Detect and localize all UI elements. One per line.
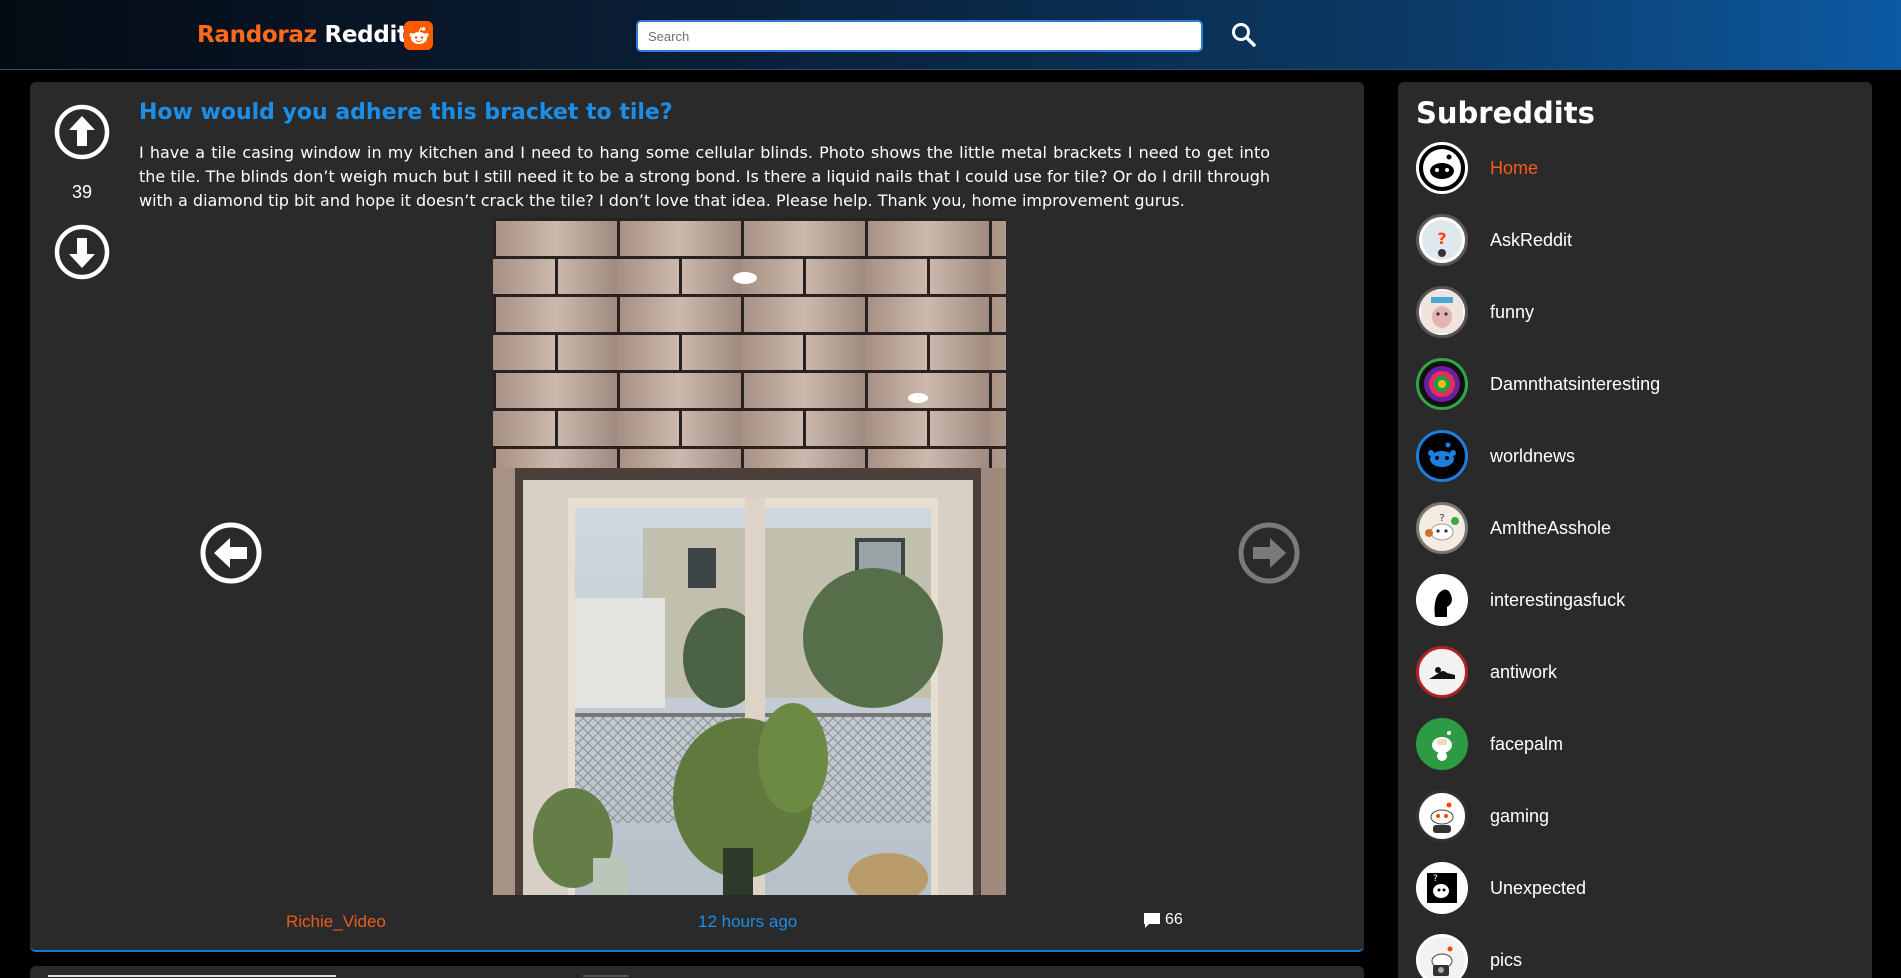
unexpected-icon: ?: [1416, 862, 1468, 914]
askreddit-icon: ?: [1416, 214, 1468, 266]
top-header: Randoraz Reddit: [0, 0, 1901, 70]
sidebar-item-interestingasfuck[interactable]: interestingasfuck: [1416, 574, 1846, 626]
post-timestamp[interactable]: 12 hours ago: [698, 912, 797, 932]
svg-text:?: ?: [1439, 513, 1444, 524]
pics-icon: [1416, 934, 1468, 978]
post-author-link[interactable]: Richie_Video: [286, 912, 386, 932]
sidebar-item-funny[interactable]: funny: [1416, 286, 1846, 338]
sidebar-item-label: funny: [1490, 301, 1535, 322]
comments-button[interactable]: 66: [1143, 911, 1183, 929]
sidebar-item-label: facepalm: [1490, 733, 1564, 754]
upvote-icon[interactable]: [54, 104, 110, 164]
post-title[interactable]: How would you adhere this bracket to til…: [139, 100, 673, 125]
brand-name-part2: Reddit: [324, 22, 408, 48]
sidebar-item-askreddit[interactable]: ? AskReddit: [1416, 214, 1846, 266]
next-post-divider-secondary: [583, 975, 629, 977]
search-icon[interactable]: [1230, 21, 1258, 49]
damnthatsinteresting-icon: [1416, 358, 1468, 410]
next-post-divider: [48, 975, 336, 977]
sidebar-item-label: antiwork: [1490, 661, 1558, 682]
interestingasfuck-icon: [1416, 574, 1468, 626]
sidebar-item-unexpected[interactable]: ? Unexpected: [1416, 862, 1846, 914]
post-body-text: I have a tile casing window in my kitche…: [139, 143, 1270, 210]
sidebar-item-label: Damnthatsinteresting: [1490, 373, 1661, 394]
sidebar-item-antiwork[interactable]: antiwork: [1416, 646, 1846, 698]
sidebar-item-amitheasshole[interactable]: ? AmItheAsshole: [1416, 502, 1846, 554]
next-image-icon[interactable]: [1238, 522, 1300, 588]
downvote-icon[interactable]: [54, 224, 110, 284]
vote-score: 39: [71, 182, 93, 202]
brand-name-part1: Randoraz: [197, 22, 317, 48]
svg-text:?: ?: [1437, 229, 1446, 248]
sidebar-item-worldnews[interactable]: worldnews: [1416, 430, 1846, 482]
next-post-card: [30, 966, 1364, 978]
sidebar-item-home[interactable]: Home: [1416, 142, 1846, 194]
sidebar-item-pics[interactable]: pics: [1416, 934, 1846, 978]
sidebar-title: Subreddits: [1416, 96, 1595, 130]
subreddits-sidebar: Subreddits Home ? AskReddit funny Damnth…: [1398, 82, 1872, 978]
sidebar-item-label: gaming: [1490, 805, 1550, 826]
amitheasshole-icon: ?: [1416, 502, 1468, 554]
comment-icon: [1144, 912, 1160, 928]
sidebar-item-damnthatsinteresting[interactable]: Damnthatsinteresting: [1416, 358, 1846, 410]
post-card: 39 How would you adhere this bracket to …: [30, 82, 1364, 952]
sidebar-item-label: worldnews: [1490, 445, 1576, 466]
post-image[interactable]: [493, 218, 1006, 895]
svg-text:?: ?: [1433, 874, 1438, 884]
funny-icon: [1416, 286, 1468, 338]
facepalm-icon: [1416, 718, 1468, 770]
sidebar-item-label: interestingasfuck: [1490, 589, 1626, 610]
sidebar-item-label: Unexpected: [1490, 877, 1587, 898]
comment-count: 66: [1165, 911, 1183, 928]
sidebar-item-label: pics: [1490, 949, 1523, 970]
gaming-icon: [1416, 790, 1468, 842]
sidebar-item-label: AskReddit: [1490, 229, 1573, 250]
sidebar-item-label: AmItheAsshole: [1490, 517, 1612, 538]
sidebar-item-facepalm[interactable]: facepalm: [1416, 718, 1846, 770]
previous-image-icon[interactable]: [200, 522, 262, 588]
search-input[interactable]: [636, 20, 1203, 52]
antiwork-icon: [1416, 646, 1468, 698]
sidebar-item-label: Home: [1490, 157, 1539, 178]
worldnews-icon: [1416, 430, 1468, 482]
reddit-logo-icon[interactable]: [404, 21, 433, 50]
sidebar-item-gaming[interactable]: gaming: [1416, 790, 1846, 842]
home-subreddit-icon: [1416, 142, 1468, 194]
brand-title[interactable]: Randoraz Reddit: [197, 22, 408, 48]
